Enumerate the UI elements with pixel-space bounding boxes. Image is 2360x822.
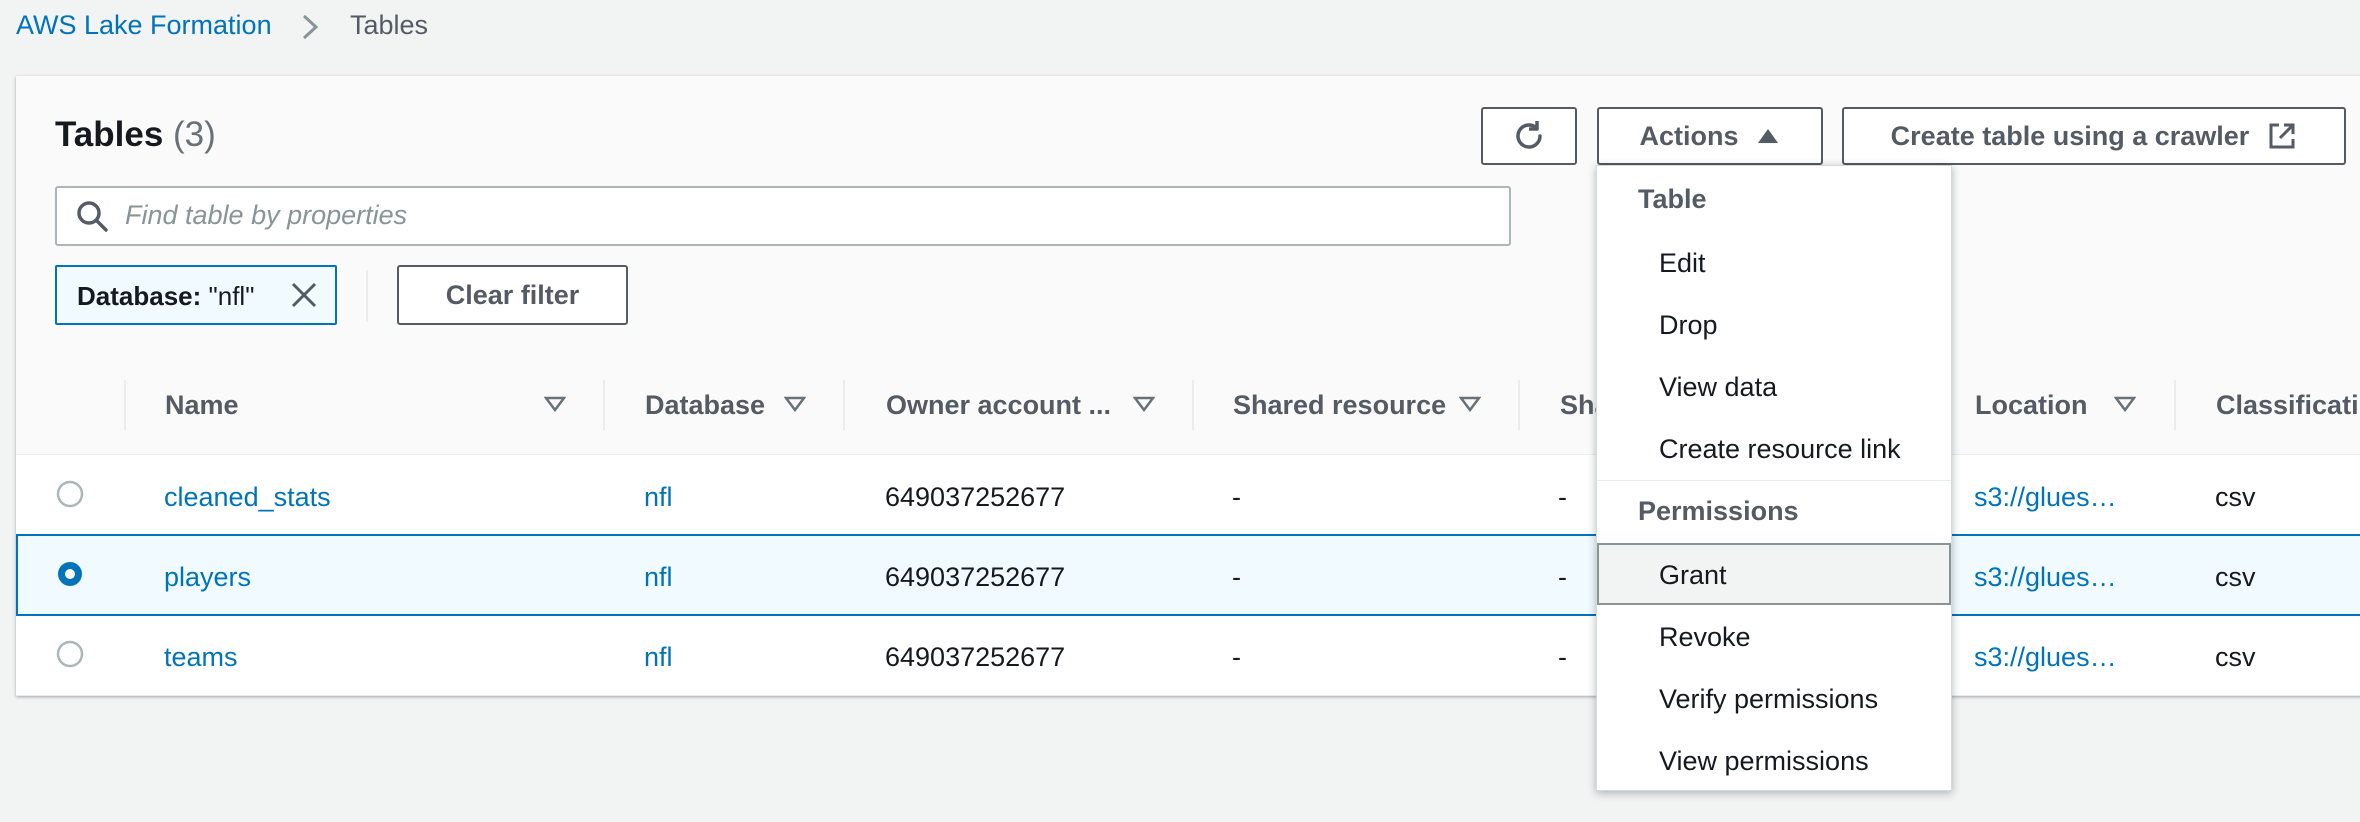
- clear-filter-label: Clear filter: [445, 279, 580, 310]
- row-location-link[interactable]: s3://glues…: [1974, 562, 2117, 593]
- row-name-link[interactable]: cleaned_stats: [164, 482, 331, 513]
- breadcrumb-chevron-icon: [302, 14, 319, 40]
- row-sha: -: [1558, 562, 1567, 592]
- row-radio[interactable]: [56, 480, 84, 508]
- menu-group-table: Table: [1638, 184, 1707, 214]
- row-owner: 649037252677: [885, 562, 1066, 592]
- column-header-name[interactable]: Name: [165, 390, 239, 421]
- create-table-crawler-button[interactable]: Create table using a crawler: [1842, 107, 2346, 165]
- row-radio[interactable]: [56, 640, 84, 668]
- filter-token-text: Database: "nfl": [77, 281, 254, 312]
- clear-filter-button[interactable]: Clear filter: [397, 265, 628, 325]
- sort-caret-icon[interactable]: [2114, 396, 2136, 412]
- menu-item-revoke[interactable]: Revoke: [1659, 622, 1751, 653]
- title-count: (3): [173, 115, 216, 154]
- column-header-location[interactable]: Location: [1975, 390, 2088, 421]
- column-separator: [124, 380, 126, 430]
- row-location-link[interactable]: s3://glues…: [1974, 482, 2117, 513]
- column-separator: [603, 380, 605, 430]
- caret-up-icon: [1757, 129, 1778, 143]
- external-link-icon: [2269, 123, 2295, 149]
- menu-item-drop[interactable]: Drop: [1659, 310, 1718, 341]
- page-title: Tables (3): [55, 115, 216, 155]
- sort-caret-icon[interactable]: [544, 396, 566, 412]
- row-radio-selected[interactable]: [56, 560, 84, 588]
- row-owner: 649037252677: [885, 482, 1066, 512]
- menu-item-view-permissions[interactable]: View permissions: [1659, 746, 1869, 777]
- column-header-database[interactable]: Database: [645, 390, 765, 421]
- row-classification: csv: [2215, 642, 2256, 672]
- menu-item-grant-highlight[interactable]: [1597, 543, 1951, 605]
- menu-item-edit[interactable]: Edit: [1659, 248, 1706, 279]
- filter-token-key: Database:: [77, 281, 202, 311]
- column-separator: [2174, 380, 2176, 430]
- filter-divider: [366, 270, 368, 322]
- search-icon: [77, 201, 108, 232]
- column-header-classification[interactable]: Classificati: [2216, 390, 2359, 421]
- row-shared: -: [1232, 482, 1241, 512]
- sort-caret-icon[interactable]: [1133, 396, 1155, 412]
- column-separator: [843, 380, 845, 430]
- menu-divider: [1597, 480, 1951, 481]
- search-placeholder: Find table by properties: [125, 200, 408, 230]
- actions-button[interactable]: Actions: [1597, 107, 1823, 165]
- row-shared: -: [1232, 562, 1241, 592]
- breadcrumb-current: Tables: [350, 10, 429, 40]
- menu-item-verify-permissions[interactable]: Verify permissions: [1659, 684, 1878, 715]
- row-classification: csv: [2215, 482, 2256, 512]
- menu-item-create-resource-link[interactable]: Create resource link: [1659, 434, 1901, 465]
- row-owner: 649037252677: [885, 642, 1066, 672]
- filter-token-value: "nfl": [208, 281, 255, 311]
- row-sha: -: [1558, 482, 1567, 512]
- refresh-button[interactable]: [1481, 107, 1577, 165]
- row-name-link[interactable]: players: [164, 562, 251, 593]
- actions-label: Actions: [1639, 120, 1739, 151]
- menu-group-permissions: Permissions: [1638, 496, 1799, 526]
- row-database-link[interactable]: nfl: [644, 482, 673, 513]
- breadcrumb-lake-formation-link[interactable]: AWS Lake Formation: [16, 10, 272, 41]
- column-header-shared-resource[interactable]: Shared resource: [1233, 390, 1446, 421]
- dismiss-filter-icon[interactable]: [288, 279, 320, 311]
- column-separator: [1518, 380, 1520, 430]
- crawler-label: Create table using a crawler: [1890, 120, 2250, 151]
- row-name-link[interactable]: teams: [164, 642, 238, 673]
- refresh-icon: [1516, 121, 1542, 149]
- sort-caret-icon[interactable]: [1459, 396, 1481, 412]
- row-sha: -: [1558, 642, 1567, 672]
- column-separator: [1192, 380, 1194, 430]
- row-database-link[interactable]: nfl: [644, 642, 673, 673]
- row-classification: csv: [2215, 562, 2256, 592]
- row-shared: -: [1232, 642, 1241, 672]
- title-text: Tables: [55, 115, 164, 154]
- column-header-owner-account[interactable]: Owner account ...: [886, 390, 1111, 421]
- menu-item-grant[interactable]: Grant: [1659, 560, 1727, 591]
- row-database-link[interactable]: nfl: [644, 562, 673, 593]
- sort-caret-icon[interactable]: [784, 396, 806, 412]
- row-location-link[interactable]: s3://glues…: [1974, 642, 2117, 673]
- menu-item-view-data[interactable]: View data: [1659, 372, 1777, 403]
